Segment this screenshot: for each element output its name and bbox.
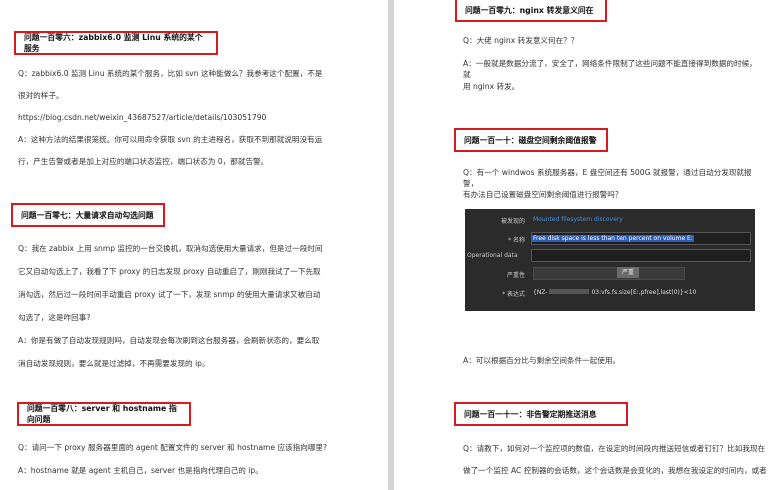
- embedded-trigger-form-screenshot: 被发现的 Mounted filesystem discovery * 名称 F…: [465, 209, 755, 311]
- text-line: 消勾选，然后过一段时间手动重启 proxy 试了一下，发现 snmp 的使用大量…: [18, 290, 321, 299]
- text-line: 消自动发现规则，要么就是过滤掉，不再需要发现的 ip。: [18, 359, 210, 368]
- text-line: 有办法自己设置磁盘空间剩余阈值进行报警吗？: [463, 190, 623, 199]
- text-line: 行，产生告警或者是加上对应的端口状态监控，端口状态为 0，那就告警。: [18, 157, 269, 166]
- text-line: 勾选了，这是咋回事?: [18, 313, 91, 322]
- section-heading: 问题一百一十一：非告警定期推送消息: [454, 402, 628, 426]
- section-heading: 问题一百零九：nginx 转发意义问在: [455, 0, 607, 22]
- text-line: A：可以根据百分比与剩余空间条件一起使用。: [463, 356, 621, 365]
- discovered-by-label: 被发现的: [500, 218, 525, 225]
- text-line: 做了一个监控 AC 控制器的会话数，这个会话数是会变化的，我想在我设定的时间内，…: [463, 466, 767, 475]
- section-body: Q：有一个 windwos 系统服务器，E 盘空间还有 500G 就报警，通过自…: [463, 167, 763, 211]
- discovery-rule-link[interactable]: Mounted filesystem discovery: [533, 216, 623, 223]
- section-body: Q：大佬 nginx 转发意义何在？？ A：一般就是数据分流了，安全了，网络条件…: [463, 35, 763, 104]
- section-body: Q：请问一下 proxy 服务器里面的 agent 配置文件的 server 和…: [18, 442, 368, 488]
- operational-data-input[interactable]: [531, 249, 751, 262]
- name-input-value: Free disk space is less than ten percent…: [532, 235, 694, 242]
- expression-body: 03:vfs.fs.size[E:,pfree].last(0)}<10: [591, 289, 697, 296]
- redacted-host: [549, 289, 590, 294]
- severity-selector[interactable]: [533, 267, 685, 280]
- text-line: https://blog.csdn.net/weixin_43687527/ar…: [18, 113, 267, 122]
- text-line: Q：zabbix6.0 监测 Linu 系统的某个服务，比如 svn 这种能做么…: [18, 69, 323, 78]
- text-line: A：一般就是数据分流了，安全了，网络条件限制了这些问题不能直接得到数据的时候，就: [463, 59, 757, 79]
- name-label: * 名称: [508, 237, 525, 244]
- operational-data-label: Operational data: [467, 252, 518, 259]
- severity-label: 严重性: [506, 272, 525, 279]
- text-line: Q：请问一下 proxy 服务器里面的 agent 配置文件的 server 和…: [18, 443, 328, 452]
- section-body: Q：请教下，如何对一个监控项的数值，在设定的时间段内推送短信或者钉钉？比如我现在…: [463, 443, 767, 487]
- expression-label: * 表达式: [502, 291, 525, 298]
- expression-prefix: {NZ-: [533, 289, 548, 296]
- text-line: A：这种方法的结果很笼统。你可以用命令获取 svn 的主进程名，获取不到那就说明…: [18, 135, 323, 144]
- text-line: 用 nginx 转发。: [463, 82, 520, 91]
- section-body: Q：我在 zabbix 上用 snmp 监控的一台交换机，取消勾选使用大量请求，…: [18, 243, 368, 381]
- severity-option-selected[interactable]: 严重: [617, 267, 639, 278]
- text-line: Q：有一个 windwos 系统服务器，E 盘空间还有 500G 就报警，通过自…: [463, 168, 752, 188]
- section-heading: 问题一百零八：server 和 hostname 指向问题: [17, 402, 191, 426]
- text-line: Q：我在 zabbix 上用 snmp 监控的一台交换机，取消勾选使用大量请求，…: [18, 244, 323, 253]
- section-heading: 问题一百一十：磁盘空间剩余阈值报警: [454, 128, 608, 152]
- text-line: A：你是有做了自动发现规则吗，自动发现会每次刷到这台服务器，会刷新状态的，要么取: [18, 336, 320, 345]
- text-line: 很对的样子。: [18, 91, 64, 100]
- section-heading: 问题一百零七：大量请求自动勾选问题: [11, 203, 165, 227]
- text-line: 它又自动勾选上了，我看了下 proxy 的日志发现 proxy 自动重启了，刚刚…: [18, 267, 321, 276]
- section-heading: 问题一百零六：zabbix6.0 监测 Linu 系统的某个服务: [14, 31, 218, 55]
- text-line: A：hostname 就是 agent 主机自己，server 也是指向代理自己…: [18, 466, 263, 475]
- expression-value[interactable]: {NZ- 03:vfs.fs.size[E:,pfree].last(0)}<10: [533, 289, 696, 296]
- section-body: A：可以根据百分比与剩余空间条件一起使用。: [463, 355, 763, 377]
- text-line: Q：请教下，如何对一个监控项的数值，在设定的时间段内推送短信或者钉钉？比如我现在: [463, 444, 766, 453]
- text-line: Q：大佬 nginx 转发意义何在？？: [463, 36, 579, 45]
- section-body: Q：zabbix6.0 监测 Linu 系统的某个服务，比如 svn 这种能做么…: [18, 68, 368, 178]
- name-input[interactable]: Free disk space is less than ten percent…: [531, 232, 751, 245]
